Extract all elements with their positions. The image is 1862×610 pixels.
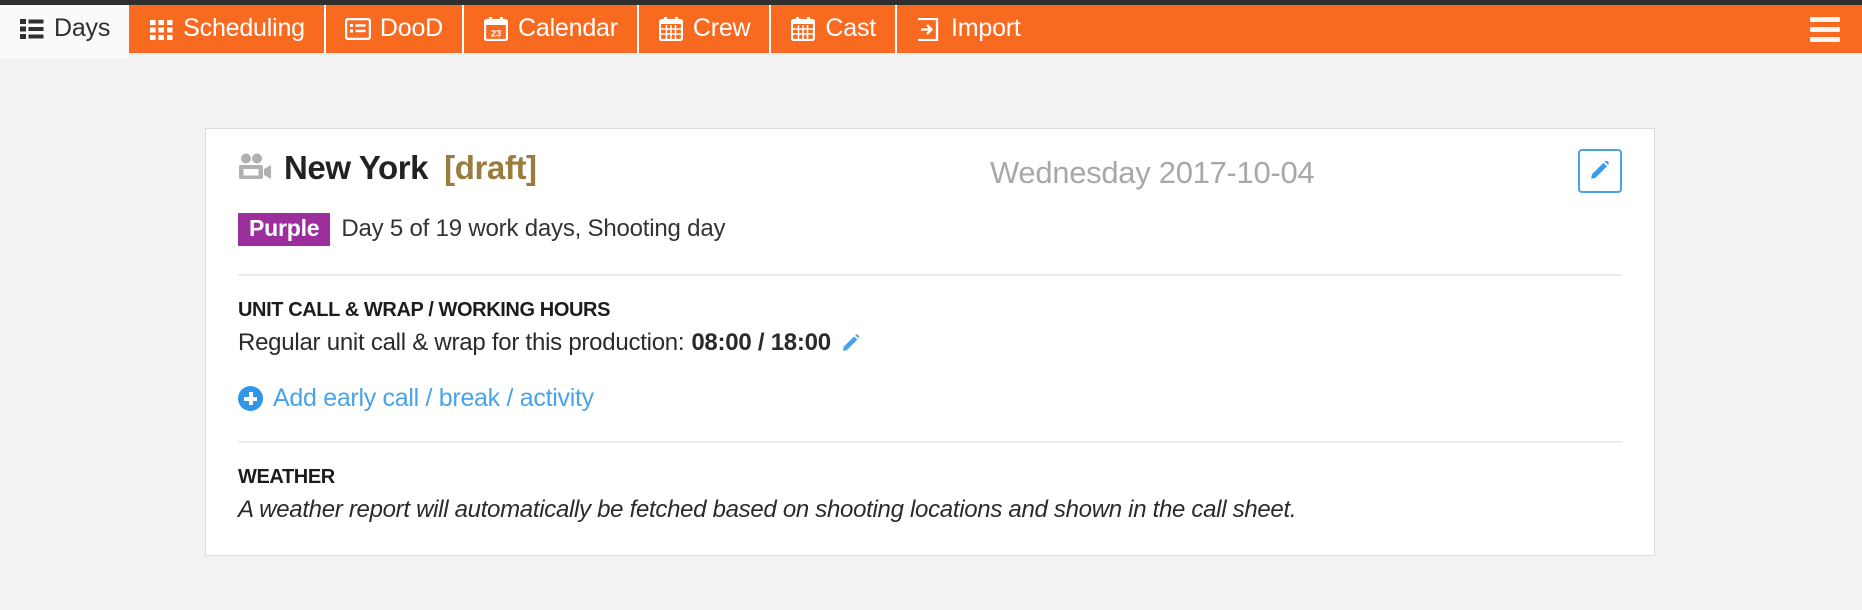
day-info-text: Day 5 of 19 work days, Shooting day [341, 215, 726, 243]
hamburger-icon[interactable] [1810, 5, 1840, 53]
calendar-grid-icon [658, 16, 684, 42]
sign-in-icon [916, 16, 942, 42]
status-badge-draft: [draft] [444, 149, 537, 186]
add-early-call-link[interactable]: Add early call / break / activity [238, 384, 594, 413]
unit-call-label: Regular unit call & wrap for this produc… [238, 328, 685, 356]
pencil-icon [1588, 157, 1612, 186]
video-camera-icon [238, 153, 272, 183]
weather-section: WEATHER A weather report will automatica… [238, 443, 1622, 525]
nav-tab-label: Calendar [518, 13, 618, 42]
color-badge: Purple [238, 213, 331, 246]
hamburger-bar [1810, 36, 1840, 42]
unit-call-heading: UNIT CALL & WRAP / WORKING HOURS [238, 298, 611, 321]
nav-tab-label: Days [54, 13, 111, 42]
nav-tab-label: Import [951, 13, 1021, 42]
hamburger-bar [1810, 16, 1840, 22]
nav-tab-label: Scheduling [183, 13, 305, 42]
production-title-row: New York [draft] [238, 151, 1622, 184]
card-header: New York [draft] Wednesday 2017-10-04 [238, 149, 1622, 197]
shooting-date: Wednesday 2017-10-04 [990, 155, 1315, 190]
nav-tab-import[interactable]: Import [897, 5, 1040, 53]
nav-tab-label: Cast [825, 13, 877, 42]
unit-call-section: UNIT CALL & WRAP / WORKING HOURS Regular… [238, 276, 1622, 413]
weather-heading: WEATHER [238, 466, 335, 489]
nav-tab-calendar[interactable]: 23 Calendar [464, 5, 639, 53]
edit-unit-call-icon[interactable] [840, 331, 862, 353]
list-alt-icon [344, 16, 371, 42]
add-early-call-label: Add early call / break / activity [273, 384, 594, 413]
nav-tab-scheduling[interactable]: Scheduling [129, 5, 326, 53]
grid-dots-icon [148, 16, 174, 42]
nav-tab-cast[interactable]: Cast [771, 5, 898, 53]
unit-call-line: Regular unit call & wrap for this produc… [238, 327, 1622, 358]
main-navbar: Days Scheduling DooD 23 Calendar Crew Ca… [0, 5, 1862, 59]
svg-text:23: 23 [491, 29, 501, 40]
plus-circle-icon [238, 386, 263, 412]
unit-call-value: 08:00 / 18:00 [691, 328, 831, 356]
nav-tab-days[interactable]: Days [0, 5, 130, 59]
shooting-day-card: New York [draft] Wednesday 2017-10-04 Pu… [205, 128, 1655, 557]
edit-day-button[interactable] [1578, 149, 1622, 193]
nav-tab-label: Crew [692, 13, 751, 42]
hamburger-bar [1810, 26, 1840, 32]
nav-tab-dood[interactable]: DooD [326, 5, 465, 53]
weather-description: A weather report will automatically be f… [238, 496, 1297, 524]
page-title: New York [284, 149, 429, 186]
day-meta-row: Purple Day 5 of 19 work days, Shooting d… [238, 213, 1622, 246]
list-ul-icon [19, 16, 45, 42]
nav-tab-label: DooD [379, 13, 444, 42]
nav-tab-crew[interactable]: Crew [639, 5, 772, 53]
calendar-grid-icon [790, 16, 816, 42]
calendar-date-icon: 23 [483, 16, 509, 42]
